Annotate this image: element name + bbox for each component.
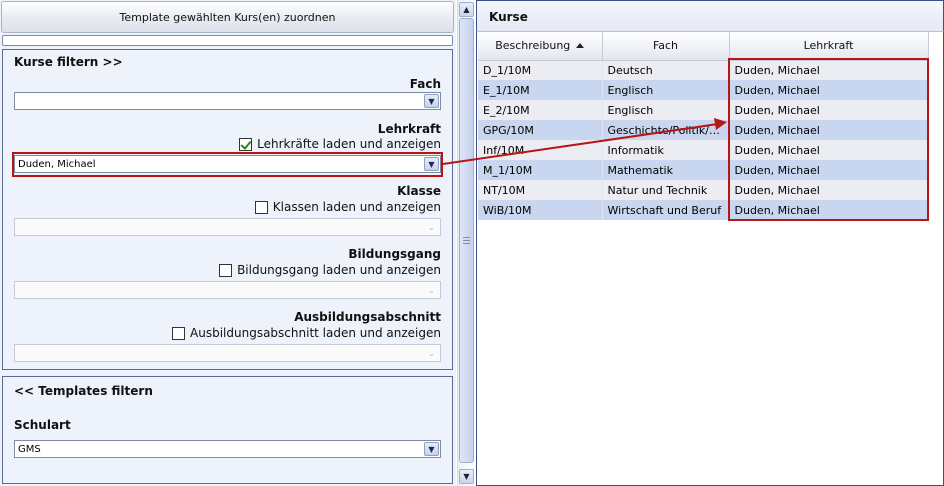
lehrkraft-load-option[interactable]: Lehrkräfte laden und anzeigen [14,137,441,151]
klasse-load-label: Klassen laden und anzeigen [272,200,441,214]
assign-template-button[interactable]: Template gewählten Kurs(en) zuordnen [1,1,454,33]
chevron-down-icon: ⌄ [428,222,435,232]
cell-fach: Englisch [602,100,730,120]
cell-beschreibung: M_1/10M [478,160,603,180]
cell-beschreibung: Inf/10M [478,140,603,160]
cell-beschreibung: WiB/10M [478,200,603,220]
ausbildungsabschnitt-load-checkbox[interactable] [172,326,186,340]
scrollbar-thumb[interactable] [459,18,474,463]
grip-icon [463,237,470,244]
cell-fach: Geschichte/Politik/Ge... [602,120,730,140]
chevron-down-icon[interactable]: ▼ [424,94,439,108]
schulart-select-value: GMS [18,443,41,455]
fach-select[interactable]: ▼ [14,92,441,110]
bildungsgang-label: Bildungsgang [348,247,441,261]
cell-fach: Deutsch [602,60,730,80]
column-header-label: Beschreibung [495,39,571,53]
ausbildungsabschnitt-load-option[interactable]: Ausbildungsabschnitt laden und anzeigen [14,326,441,340]
cell-beschreibung: E_1/10M [478,80,603,100]
arrow-up-icon[interactable]: ▲ [459,2,474,17]
klasse-select: ⌄ [14,218,441,236]
progress-bar [2,35,453,46]
annotation-highlight-lehrkraft-select [12,152,443,177]
cell-fach: Natur und Technik [602,180,730,200]
cell-beschreibung: E_2/10M [478,100,603,120]
ausbildungsabschnitt-load-label: Ausbildungsabschnitt laden und anzeigen [190,326,441,340]
cell-beschreibung: GPG/10M [478,120,603,140]
klasse-load-option[interactable]: Klassen laden und anzeigen [14,200,441,214]
cell-fach: Wirtschaft und Beruf [602,200,730,220]
sort-ascending-icon [576,43,585,49]
column-header-beschreibung[interactable]: Beschreibung [478,32,603,61]
filter-courses-toggle[interactable]: Kurse filtern >> [14,55,123,69]
cell-beschreibung: NT/10M [478,180,603,200]
bildungsgang-load-option[interactable]: Bildungsgang laden und anzeigen [14,263,441,277]
cell-beschreibung: D_1/10M [478,60,603,80]
table-header-row: Beschreibung Fach Lehrkraft [478,32,929,61]
lehrkraft-label: Lehrkraft [377,122,441,136]
schulart-select[interactable]: GMS ▼ [14,440,441,458]
cell-fach: Englisch [602,80,730,100]
cell-fach: Informatik [602,140,730,160]
bildungsgang-load-checkbox[interactable] [219,263,233,277]
schulart-label: Schulart [14,418,71,432]
arrow-down-icon[interactable]: ▼ [459,469,474,484]
klasse-label: Klasse [397,184,441,198]
lehrkraft-load-label: Lehrkräfte laden und anzeigen [257,137,441,151]
column-header-fach[interactable]: Fach [602,32,730,61]
chevron-down-icon: ⌄ [428,348,435,358]
bildungsgang-select: ⌄ [14,281,441,299]
annotation-highlight-lehrkraft-column [728,58,929,221]
fach-label: Fach [409,77,441,91]
cell-fach: Mathematik [602,160,730,180]
filter-templates-toggle[interactable]: << Templates filtern [14,384,153,398]
column-header-lehrkraft[interactable]: Lehrkraft [729,32,929,61]
ausbildungsabschnitt-select: ⌄ [14,344,441,362]
lehrkraft-load-checkbox[interactable] [239,137,253,151]
ausbildungsabschnitt-label: Ausbildungsabschnitt [294,310,441,324]
chevron-down-icon[interactable]: ▼ [424,442,439,456]
chevron-down-icon: ⌄ [428,285,435,295]
vertical-scrollbar[interactable]: ▲ ▼ [457,0,474,486]
bildungsgang-load-label: Bildungsgang laden und anzeigen [237,263,441,277]
courses-panel-title: Kurse [476,0,944,32]
klasse-load-checkbox[interactable] [254,200,268,214]
